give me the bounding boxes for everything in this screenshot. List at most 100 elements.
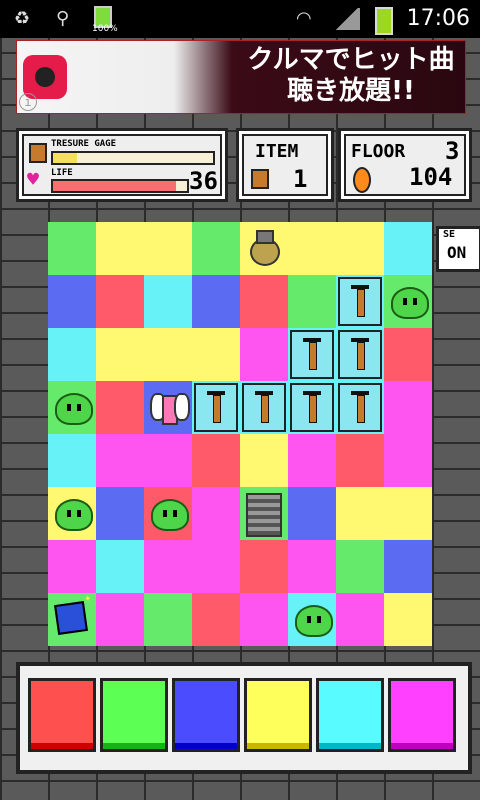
board-cell[interactable]: [240, 275, 288, 328]
color-button-stripe: [31, 743, 93, 749]
ad-info-icon[interactable]: i: [19, 93, 37, 111]
item-count: 1: [293, 165, 308, 193]
board-cell[interactable]: [288, 222, 336, 275]
board-cell[interactable]: [192, 540, 240, 593]
board-cell[interactable]: [144, 222, 192, 275]
color-palette: [16, 662, 472, 774]
board-cell[interactable]: [48, 222, 96, 275]
slime-icon: [151, 499, 189, 531]
board-cell[interactable]: [384, 434, 432, 487]
board-cell[interactable]: [96, 434, 144, 487]
color-button-green[interactable]: [100, 678, 168, 752]
pillar-icon: [290, 383, 334, 432]
board-cell[interactable]: [288, 593, 336, 646]
board-cell[interactable]: [288, 434, 336, 487]
board-cell[interactable]: [48, 540, 96, 593]
board-cell[interactable]: [96, 275, 144, 328]
board-cell[interactable]: [192, 328, 240, 381]
board-cell[interactable]: [336, 381, 384, 434]
battery-percent: 100%: [92, 24, 118, 34]
board-cell[interactable]: [192, 593, 240, 646]
board-cell[interactable]: [48, 381, 96, 434]
pillar-icon: [338, 330, 382, 379]
board-cell[interactable]: [144, 434, 192, 487]
slime-icon: [55, 499, 93, 531]
board-cell[interactable]: [240, 487, 288, 540]
board-cell[interactable]: [240, 222, 288, 275]
board-cell[interactable]: [144, 328, 192, 381]
treasure-bag-icon: [248, 228, 280, 266]
board-cell[interactable]: [144, 593, 192, 646]
board-cell[interactable]: [288, 381, 336, 434]
board-cell[interactable]: [384, 540, 432, 593]
board-cell[interactable]: [240, 381, 288, 434]
board-cell[interactable]: [384, 222, 432, 275]
color-button-magenta[interactable]: [388, 678, 456, 752]
board-cell[interactable]: [288, 275, 336, 328]
wifi-icon: ◠: [296, 8, 312, 29]
board-cell[interactable]: [240, 328, 288, 381]
ad-text[interactable]: クルマでヒット曲 聴き放題!!: [237, 45, 465, 107]
color-button-red[interactable]: [28, 678, 96, 752]
board-cell[interactable]: [96, 540, 144, 593]
board-cell[interactable]: [288, 540, 336, 593]
treasure-gauge-label: TRESURE GAGE: [51, 139, 117, 149]
board-cell[interactable]: [48, 593, 96, 646]
board-cell[interactable]: [384, 487, 432, 540]
board-cell[interactable]: [336, 434, 384, 487]
color-button-stripe: [391, 743, 453, 749]
board-cell[interactable]: [336, 328, 384, 381]
pillar-icon: [194, 383, 238, 432]
floor-panel: FLOOR 3 104: [338, 128, 472, 202]
board-cell[interactable]: [96, 593, 144, 646]
usb-icon: ⚲: [56, 8, 70, 29]
coin-icon: [353, 167, 371, 193]
board-cell[interactable]: [192, 381, 240, 434]
life-value: 36: [189, 167, 218, 195]
board-cell[interactable]: [288, 487, 336, 540]
board-cell[interactable]: [96, 222, 144, 275]
board-cell[interactable]: [96, 381, 144, 434]
board-cell[interactable]: [192, 275, 240, 328]
gem-icon: [54, 601, 88, 635]
board-cell[interactable]: [384, 328, 432, 381]
signal-icon: [334, 8, 360, 30]
color-button-yellow[interactable]: [244, 678, 312, 752]
ad-banner[interactable]: i クルマでヒット曲 聴き放題!!: [16, 40, 466, 114]
item-label: ITEM: [255, 141, 299, 162]
board-cell[interactable]: [336, 275, 384, 328]
board-cell[interactable]: [144, 540, 192, 593]
board-cell[interactable]: [336, 593, 384, 646]
color-button-blue[interactable]: [172, 678, 240, 752]
color-button-cyan[interactable]: [316, 678, 384, 752]
board-cell[interactable]: [192, 487, 240, 540]
board-cell[interactable]: [96, 328, 144, 381]
board-cell[interactable]: [384, 381, 432, 434]
board-cell[interactable]: [336, 222, 384, 275]
board-cell[interactable]: [144, 381, 192, 434]
board-cell[interactable]: [48, 434, 96, 487]
board-cell[interactable]: [144, 275, 192, 328]
status-bar: ♻ ⚲ 100% ◠ 17:06: [0, 0, 480, 38]
slime-icon: [391, 287, 429, 319]
item-panel[interactable]: ITEM 1: [236, 128, 334, 202]
board-cell[interactable]: [48, 487, 96, 540]
board-cell[interactable]: [192, 434, 240, 487]
floor-value: 3: [445, 137, 460, 165]
board-cell[interactable]: [48, 275, 96, 328]
board-cell[interactable]: [288, 328, 336, 381]
heart-icon: ♥: [27, 167, 40, 191]
board-cell[interactable]: [240, 434, 288, 487]
se-toggle[interactable]: SE ON: [436, 226, 480, 272]
board-cell[interactable]: [336, 487, 384, 540]
board-cell[interactable]: [144, 487, 192, 540]
board-cell[interactable]: [240, 540, 288, 593]
board-cell[interactable]: [48, 328, 96, 381]
board-cell[interactable]: [240, 593, 288, 646]
board-cell[interactable]: [336, 540, 384, 593]
board-cell[interactable]: [96, 487, 144, 540]
board-cell[interactable]: [192, 222, 240, 275]
board-cell[interactable]: [384, 593, 432, 646]
board-cell[interactable]: [384, 275, 432, 328]
game-board[interactable]: [48, 222, 432, 646]
